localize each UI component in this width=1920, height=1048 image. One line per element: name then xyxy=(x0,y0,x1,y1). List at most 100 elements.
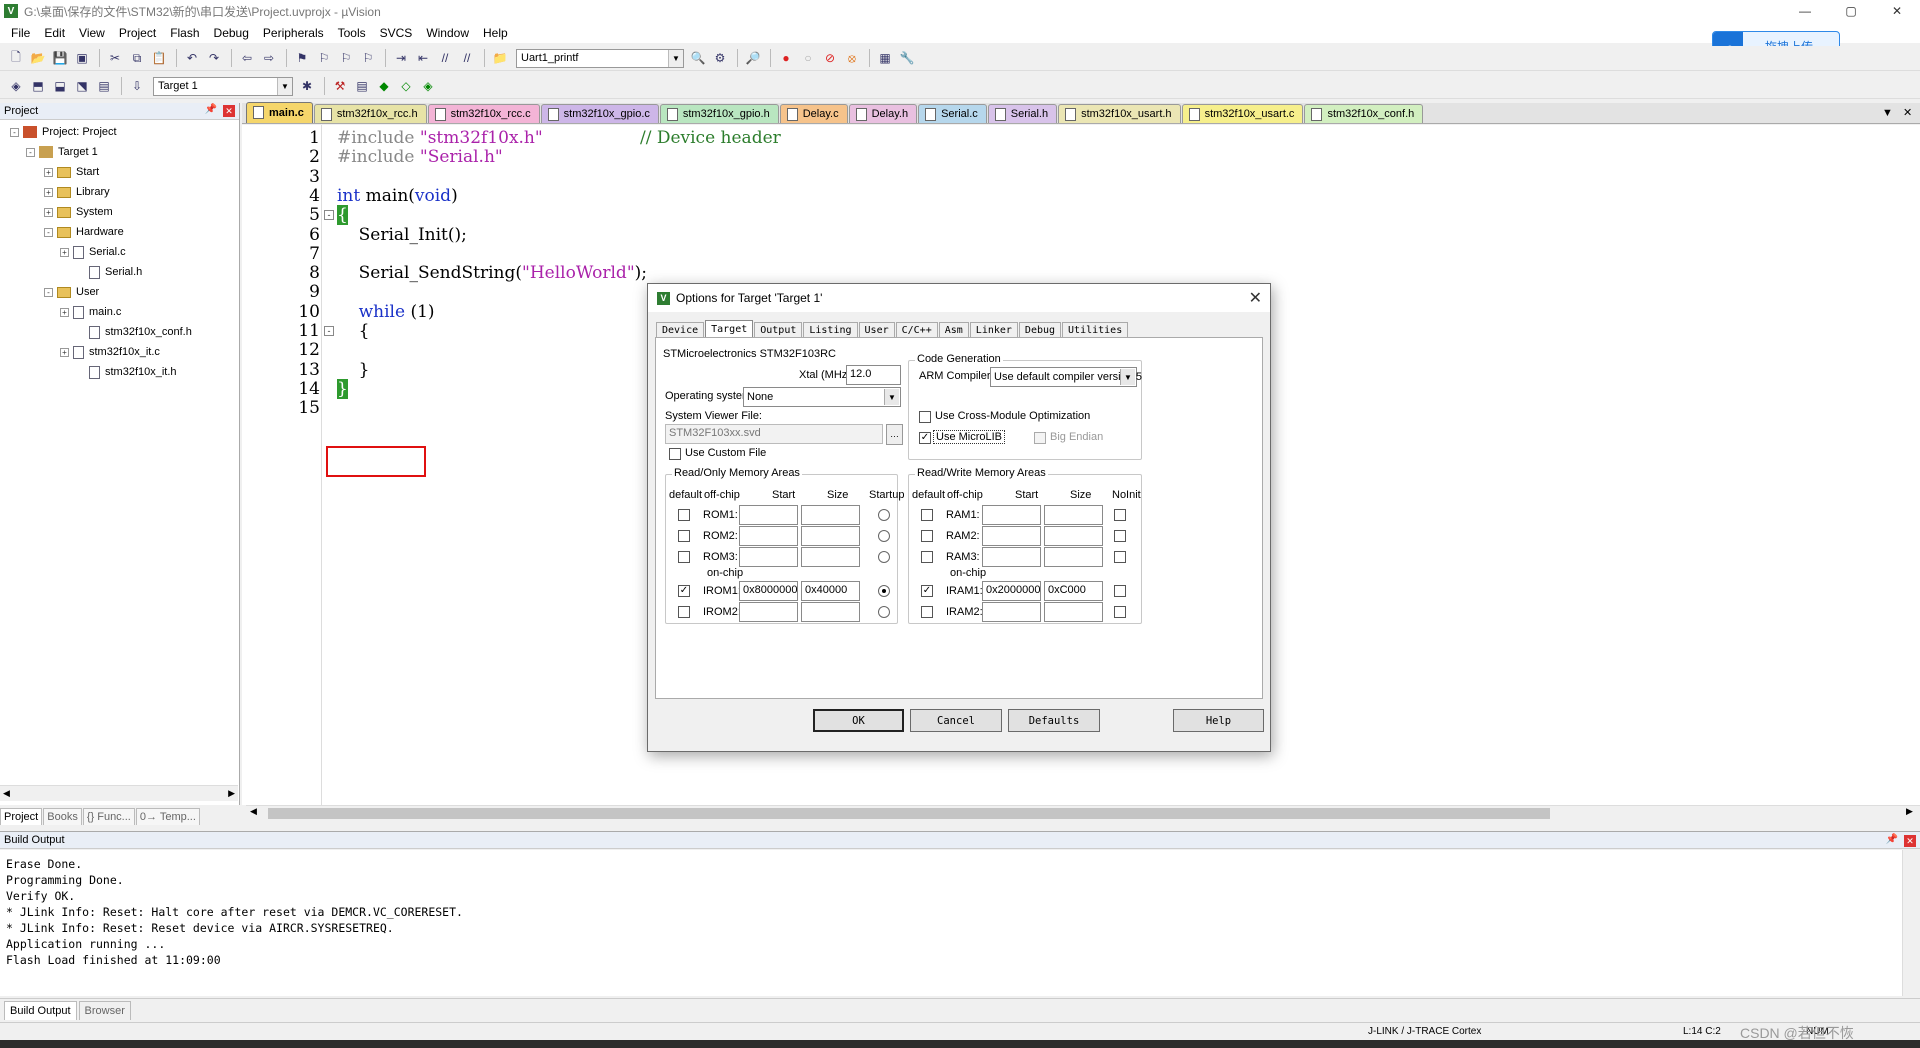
cross-module-checkbox[interactable] xyxy=(919,411,931,423)
translate-icon[interactable]: ◈ xyxy=(6,76,26,96)
target-options-icon[interactable]: ✱ xyxy=(297,76,317,96)
window-layout-icon[interactable]: ▦ xyxy=(875,48,895,68)
noinit-checkbox[interactable] xyxy=(1114,530,1126,542)
ro_mem-size-input[interactable]: 0x40000 xyxy=(801,581,860,601)
run-time-env-icon[interactable]: ◈ xyxy=(418,76,438,96)
dialog-tab-linker[interactable]: Linker xyxy=(969,322,1018,338)
bookmark-icon[interactable]: ⚑ xyxy=(292,48,312,68)
tree-expander-icon[interactable]: + xyxy=(44,187,53,197)
find-icon[interactable]: 🔍 xyxy=(688,48,708,68)
tree-node-file[interactable]: Serial.h xyxy=(76,263,142,281)
batch-build-icon[interactable]: ⬔ xyxy=(72,76,92,96)
compiler-select[interactable]: Use default compiler version 5 ▼ xyxy=(990,367,1142,387)
tree-expander-icon[interactable]: - xyxy=(44,227,53,237)
rw_mem-size-input[interactable] xyxy=(1044,547,1103,567)
rw_mem-start-input[interactable]: 0x20000000 xyxy=(982,581,1041,601)
menu-item-view[interactable]: View xyxy=(72,26,112,40)
ro_mem-default-checkbox[interactable] xyxy=(678,551,690,563)
help-button[interactable]: Help xyxy=(1173,709,1264,732)
svf-input[interactable]: STM32F103xx.svd xyxy=(665,424,883,444)
new-file-icon[interactable]: 🗋 xyxy=(6,48,26,68)
fold-toggle-icon[interactable]: - xyxy=(324,326,334,336)
editor-tab[interactable]: Delay.h xyxy=(848,104,918,123)
rw_mem-default-checkbox[interactable]: ✓ xyxy=(921,585,933,597)
rw_mem-start-input[interactable] xyxy=(982,547,1041,567)
tree-node-target[interactable]: - Target 1 xyxy=(26,143,98,161)
dialog-tab-user[interactable]: User xyxy=(858,322,895,338)
menu-item-peripherals[interactable]: Peripherals xyxy=(256,26,331,40)
tree-expander-icon[interactable]: + xyxy=(60,347,69,357)
menu-item-flash[interactable]: Flash xyxy=(163,26,206,40)
indent-icon[interactable]: ⇥ xyxy=(391,48,411,68)
menu-item-svcs[interactable]: SVCS xyxy=(373,26,420,40)
ro_mem-default-checkbox[interactable] xyxy=(678,530,690,542)
menu-item-window[interactable]: Window xyxy=(419,26,476,40)
ro_mem-default-checkbox[interactable] xyxy=(678,606,690,618)
dialog-tab-device[interactable]: Device xyxy=(656,322,705,338)
dialog-tab-asm[interactable]: Asm xyxy=(938,322,969,338)
tree-node-folder[interactable]: + System xyxy=(44,203,113,221)
code-line[interactable]: { xyxy=(337,322,370,341)
menu-item-edit[interactable]: Edit xyxy=(37,26,72,40)
ro_mem-start-input[interactable] xyxy=(739,526,798,546)
svf-browse-button[interactable]: … xyxy=(886,424,903,445)
code-line[interactable]: } xyxy=(337,360,370,380)
disable-breakpoint-icon[interactable]: ○ xyxy=(798,48,818,68)
undo-icon[interactable]: ↶ xyxy=(182,48,202,68)
disable-all-breakpoints-icon[interactable]: ⦻ xyxy=(842,48,862,68)
stop-build-icon[interactable]: ▤ xyxy=(94,76,114,96)
close-icon[interactable]: ✕ xyxy=(223,105,235,117)
editor-tab[interactable]: stm32f10x_usart.c xyxy=(1181,104,1304,123)
noinit-checkbox[interactable] xyxy=(1114,551,1126,563)
dialog-tab-listing[interactable]: Listing xyxy=(803,322,858,338)
build-icon[interactable]: ⬒ xyxy=(28,76,48,96)
pack-installer-icon[interactable]: ◇ xyxy=(396,76,416,96)
menu-item-file[interactable]: File xyxy=(4,26,37,40)
dialog-tab-output[interactable]: Output xyxy=(754,322,803,338)
ro_mem-default-checkbox[interactable]: ✓ xyxy=(678,585,690,597)
build-output-vscroll[interactable] xyxy=(1902,850,1920,996)
save-all-icon[interactable]: ▣ xyxy=(72,48,92,68)
copy-icon[interactable]: ⧉ xyxy=(127,48,147,68)
debug-session-icon[interactable]: 🔎 xyxy=(743,48,763,68)
ro_mem-size-input[interactable] xyxy=(801,526,860,546)
menu-item-project[interactable]: Project xyxy=(112,26,163,40)
tree-node-file[interactable]: stm32f10x_conf.h xyxy=(76,323,192,341)
close-icon[interactable]: ✕ xyxy=(1249,288,1262,308)
incremental-find-icon[interactable]: ⚙ xyxy=(710,48,730,68)
fold-toggle-icon[interactable]: - xyxy=(324,210,334,221)
tree-node-file[interactable]: stm32f10x_it.h xyxy=(76,363,177,381)
ro_mem-start-input[interactable]: 0x8000000 xyxy=(739,581,798,601)
menu-item-debug[interactable]: Debug xyxy=(207,26,256,40)
tree-node-file[interactable]: + main.c xyxy=(60,303,121,321)
code-line[interactable]: #include "stm32f10x.h" // Device header xyxy=(337,129,781,148)
startup-radio[interactable] xyxy=(878,530,890,542)
startup-radio[interactable] xyxy=(878,509,890,521)
code-line[interactable]: int main(void) xyxy=(337,186,458,206)
pin-icon[interactable]: 📌 xyxy=(205,104,217,115)
defaults-button[interactable]: Defaults xyxy=(1008,709,1100,732)
rw_mem-start-input[interactable] xyxy=(982,505,1041,525)
tree-expander-icon[interactable]: + xyxy=(60,247,69,257)
startup-radio[interactable] xyxy=(878,606,890,618)
editor-tab[interactable]: stm32f10x_gpio.h xyxy=(659,104,779,123)
tree-node-folder[interactable]: + Library xyxy=(44,183,110,201)
uncomment-icon[interactable]: // xyxy=(457,48,477,68)
kill-breakpoints-icon[interactable]: ⊘ xyxy=(820,48,840,68)
rw_mem-start-input[interactable] xyxy=(982,526,1041,546)
tree-node-folder[interactable]: - User xyxy=(44,283,99,301)
nav-forward-icon[interactable]: ⇨ xyxy=(259,48,279,68)
project-tab-0[interactable]: Project xyxy=(0,808,43,825)
close-icon[interactable]: ✕ xyxy=(1904,835,1916,847)
manage-project-items-icon[interactable]: ⚒ xyxy=(330,76,350,96)
editor-tab[interactable]: Serial.h xyxy=(987,104,1058,123)
noinit-checkbox[interactable] xyxy=(1114,606,1126,618)
scroll-right-icon[interactable]: ▶ xyxy=(1906,806,1913,817)
redo-icon[interactable]: ↷ xyxy=(204,48,224,68)
comment-icon[interactable]: // xyxy=(435,48,455,68)
restore-button[interactable]: ▢ xyxy=(1828,0,1874,22)
xtal-input[interactable]: 12.0 xyxy=(846,365,901,385)
editor-tab[interactable]: stm32f10x_usart.h xyxy=(1058,104,1181,123)
close-window-button[interactable]: ✕ xyxy=(1874,0,1920,22)
rw_mem-default-checkbox[interactable] xyxy=(921,551,933,563)
